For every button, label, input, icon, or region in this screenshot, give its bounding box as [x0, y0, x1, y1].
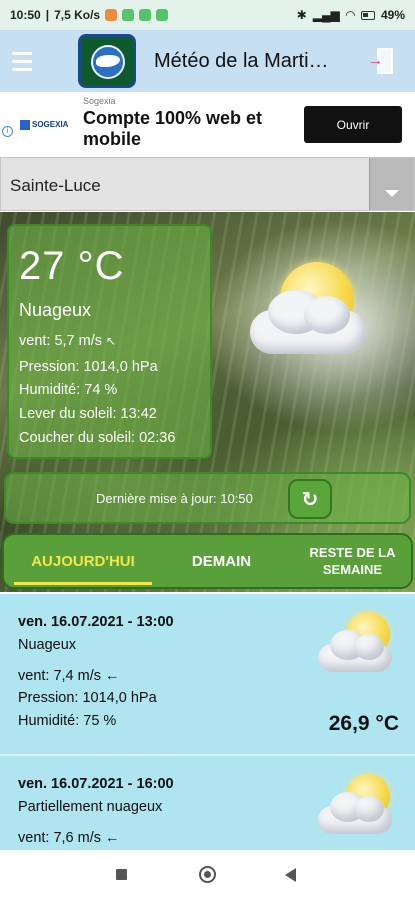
app-notification-icon-2: [139, 9, 152, 21]
forecast-item[interactable]: ven. 16.07.2021 - 13:00 Nuageux vent: 7,…: [0, 594, 415, 754]
status-right: ✱ ▂▄▆ ◠ 49%: [296, 8, 405, 22]
refresh-icon: ↻: [301, 488, 319, 511]
bluetooth-icon: ✱: [296, 8, 307, 22]
wind-direction-icon: ↖: [106, 334, 117, 348]
forecast-pressure: Pression: 1014,0 hPa: [18, 690, 157, 706]
hero-background: 27 °C Nuageux vent: 5,7 m/s ↖ Pression: 1…: [0, 212, 415, 592]
forecast-list[interactable]: ven. 16.07.2021 - 13:00 Nuageux vent: 7,…: [0, 594, 415, 850]
forecast-datetime: ven. 16.07.2021 - 13:00: [18, 614, 174, 630]
current-sunset: Coucher du soleil: 02:36: [19, 430, 176, 446]
status-bar: 10:50 | 7,5 Ko/s ✱ ▂▄▆ ◠ 49%: [0, 0, 415, 30]
status-speed: 7,5 Ko/s: [54, 8, 101, 22]
forecast-datetime: ven. 16.07.2021 - 16:00: [18, 776, 174, 792]
app-bar: Météo de la Marti… →: [0, 30, 415, 92]
location-value: Sainte-Luce: [10, 176, 101, 195]
chevron-down-icon[interactable]: [369, 158, 414, 210]
refresh-button[interactable]: ↻: [288, 479, 332, 519]
app-title: Météo de la Marti…: [154, 49, 329, 72]
current-sunrise: Lever du soleil: 13:42: [19, 406, 157, 422]
forecast-humidity: Humidité: 75 %: [18, 713, 117, 729]
forecast-condition: Partiellement nuageux: [18, 799, 163, 815]
current-wind: vent: 5,7 m/s ↖: [19, 333, 117, 349]
exit-icon[interactable]: →: [367, 46, 393, 76]
cloud-sun-icon: [314, 772, 396, 836]
wind-direction-icon: ←: [105, 668, 120, 684]
current-weather-card: 27 °C Nuageux vent: 5,7 m/s ↖ Pression: 1…: [7, 224, 212, 459]
forecast-wind: vent: 7,4 m/s ←: [18, 668, 120, 684]
current-pressure: Pression: 1014,0 hPa: [19, 359, 158, 375]
battery-percent: 49: [380, 8, 395, 22]
ad-open-button[interactable]: Ouvrir: [304, 106, 402, 143]
signal-icon: ▂▄▆: [312, 8, 340, 22]
tab-active-indicator: [14, 582, 152, 585]
forecast-tabs: AUJOURD'HUI DEMAIN RESTE DE LA SEMAINE: [2, 533, 413, 589]
current-condition: Nuageux: [19, 300, 92, 320]
wind-direction-icon: ←: [105, 830, 120, 846]
last-update-text: Dernière mise à jour: 10:50: [96, 491, 253, 506]
tab-tomorrow[interactable]: DEMAIN: [164, 535, 279, 587]
tab-rest-of-week[interactable]: RESTE DE LA SEMAINE: [294, 535, 411, 587]
status-time: 10:50: [10, 8, 41, 22]
system-nav-bar: [0, 850, 415, 900]
ad-banner[interactable]: i SOGEXIA Sogexia Compte 100% web et mob…: [0, 92, 415, 156]
wifi-icon: ◠: [345, 8, 355, 22]
hamburger-icon[interactable]: [12, 41, 52, 81]
forecast-item[interactable]: ven. 16.07.2021 - 16:00 Partiellement nu…: [0, 756, 415, 850]
location-select[interactable]: Sainte-Luce: [0, 157, 415, 211]
app-notification-icon: [122, 9, 135, 21]
forecast-wind: vent: 7,6 m/s ←: [18, 830, 120, 846]
app-logo: [78, 34, 136, 88]
ad-headline[interactable]: Compte 100% web et mobile: [83, 108, 293, 150]
tab-today[interactable]: AUJOURD'HUI: [14, 535, 152, 587]
ad-brand: Sogexia: [83, 96, 116, 106]
notification-icon: [105, 9, 118, 21]
last-update-bar: Dernière mise à jour: 10:50 ↻: [4, 472, 411, 524]
back-icon[interactable]: [285, 868, 296, 882]
status-left: 10:50 | 7,5 Ko/s: [10, 8, 169, 22]
ad-info-icon[interactable]: i: [2, 126, 13, 137]
cloud-sun-icon: [314, 610, 396, 674]
app-notification-icon-3: [156, 9, 169, 21]
forecast-condition: Nuageux: [18, 637, 77, 653]
home-icon[interactable]: [199, 866, 216, 883]
forecast-temperature: 26,9 °C: [328, 712, 399, 735]
recents-icon[interactable]: [116, 869, 127, 880]
ad-logo: SOGEXIA: [20, 120, 68, 130]
cloud-sun-icon: [246, 260, 376, 370]
current-temperature: 27 °C: [19, 244, 125, 288]
current-humidity: Humidité: 74 %: [19, 382, 118, 398]
battery-icon: [360, 10, 375, 20]
